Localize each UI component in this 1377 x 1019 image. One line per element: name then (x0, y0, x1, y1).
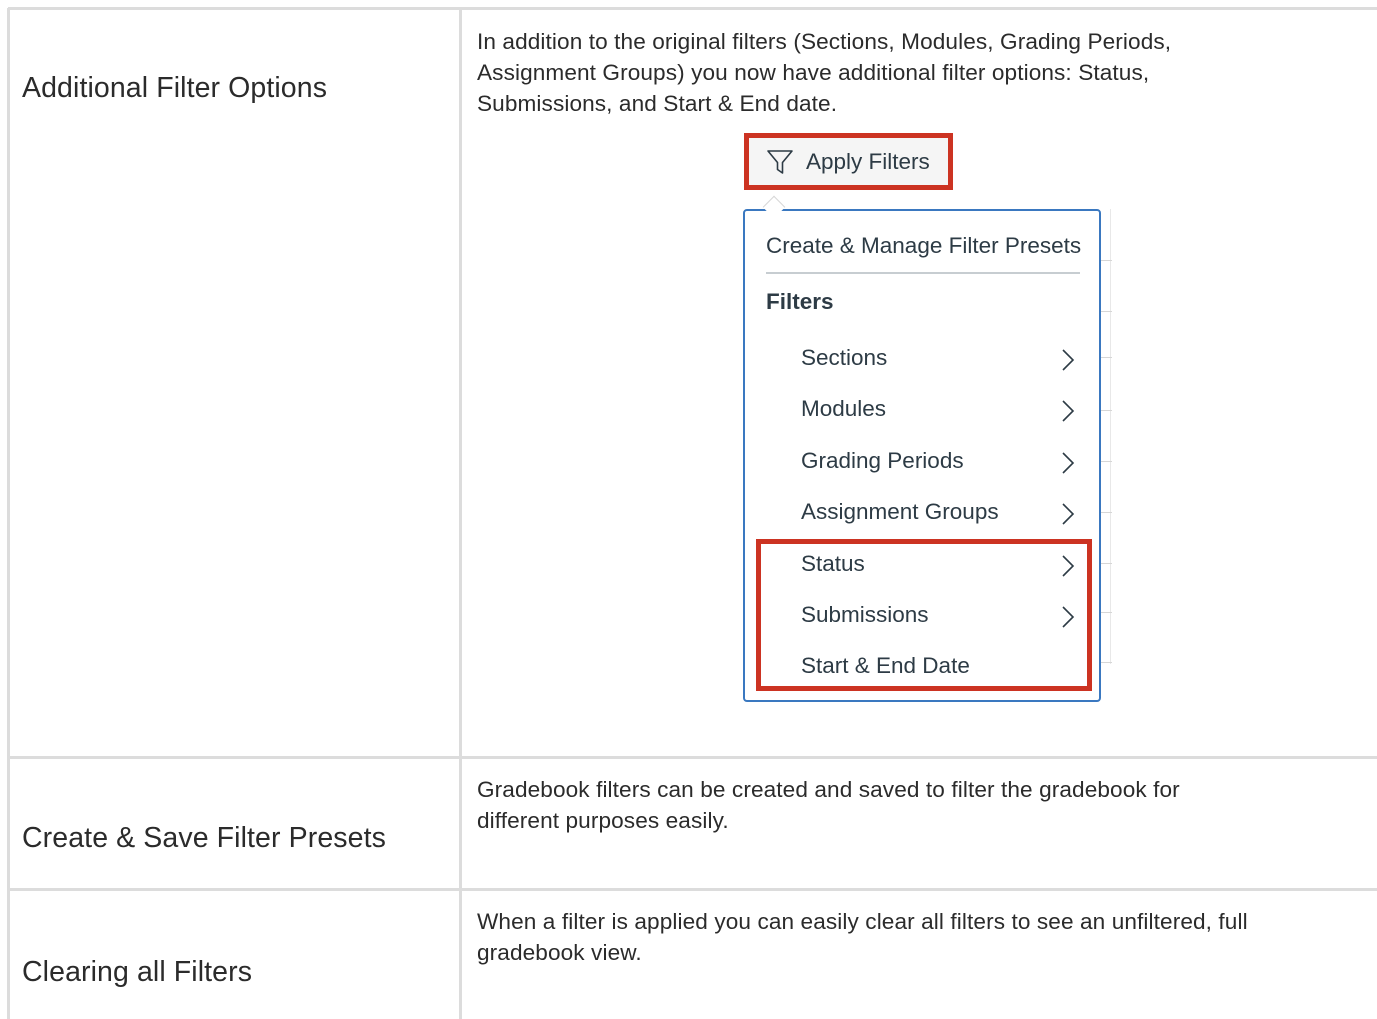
description-line: When a filter is applied you can easily … (477, 909, 1248, 934)
menu-item-modules[interactable]: Modules (801, 389, 1086, 429)
description-line: different purposes easily. (477, 808, 729, 833)
column-divider (459, 8, 462, 1019)
chevron-right-icon (1062, 452, 1075, 474)
apply-filters-label: Apply Filters (806, 148, 930, 174)
chevron-right-icon (1062, 606, 1075, 628)
menu-item-label: Start & End Date (801, 653, 970, 678)
menu-item-grading-periods[interactable]: Grading Periods (801, 441, 1086, 481)
description-line: In addition to the original filters (Sec… (477, 29, 1172, 54)
feature-name-clearing-all-filters: Clearing all Filters (22, 956, 253, 988)
table-left-border (7, 8, 10, 1019)
background-grid-line (1110, 209, 1111, 664)
chevron-right-icon (1062, 349, 1075, 371)
table-top-border (8, 7, 1377, 10)
background-grid-line (1100, 662, 1112, 663)
description-line: Submissions, and Start & End date. (477, 91, 838, 116)
background-grid-line (1100, 410, 1112, 411)
background-grid-line (1100, 461, 1112, 462)
filters-group-label: Filters (766, 289, 834, 314)
background-grid-line (1100, 563, 1112, 564)
cut-off-menu-text (768, 694, 772, 702)
chevron-right-icon (1062, 400, 1075, 422)
menu-item-assignment-groups[interactable]: Assignment Groups (801, 492, 1086, 532)
menu-item-label: Status (801, 551, 865, 576)
funnel-icon (767, 149, 793, 174)
description-line: Gradebook filters can be created and sav… (477, 777, 1180, 802)
menu-separator (766, 272, 1080, 274)
menu-item-sections[interactable]: Sections (801, 338, 1086, 378)
background-grid-line (1100, 311, 1112, 312)
description-line: Assignment Groups) you now have addition… (477, 60, 1150, 85)
chevron-right-icon (1062, 555, 1075, 577)
feature-name-additional-filter-options: Additional Filter Options (22, 72, 328, 104)
feature-name-create-save-presets: Create & Save Filter Presets (22, 822, 386, 854)
background-grid-line (1100, 357, 1112, 358)
feature-description: In addition to the original filters (Sec… (477, 26, 1372, 119)
description-line: gradebook view. (477, 940, 642, 965)
menu-item-status[interactable]: Status (801, 544, 1086, 584)
menu-item-label: Modules (801, 396, 887, 421)
feature-description: Gradebook filters can be created and sav… (477, 774, 1372, 836)
background-grid-line (1100, 260, 1112, 261)
create-manage-presets-item[interactable]: Create & Manage Filter Presets (766, 233, 1081, 259)
menu-item-label: Sections (801, 345, 888, 370)
feature-description: When a filter is applied you can easily … (477, 906, 1372, 968)
background-grid-line (1100, 612, 1112, 613)
menu-item-submissions[interactable]: Submissions (801, 595, 1086, 635)
menu-item-label: Grading Periods (801, 448, 964, 473)
menu-item-label: Submissions (801, 602, 929, 627)
background-grid-line (1100, 512, 1112, 513)
row-divider (8, 888, 1377, 891)
menu-item-start-end-date[interactable]: Start & End Date (801, 646, 1086, 686)
row-divider (8, 756, 1377, 759)
chevron-right-icon (1062, 503, 1075, 525)
apply-filters-button[interactable]: Apply Filters (744, 133, 953, 190)
menu-item-label: Assignment Groups (801, 499, 999, 524)
